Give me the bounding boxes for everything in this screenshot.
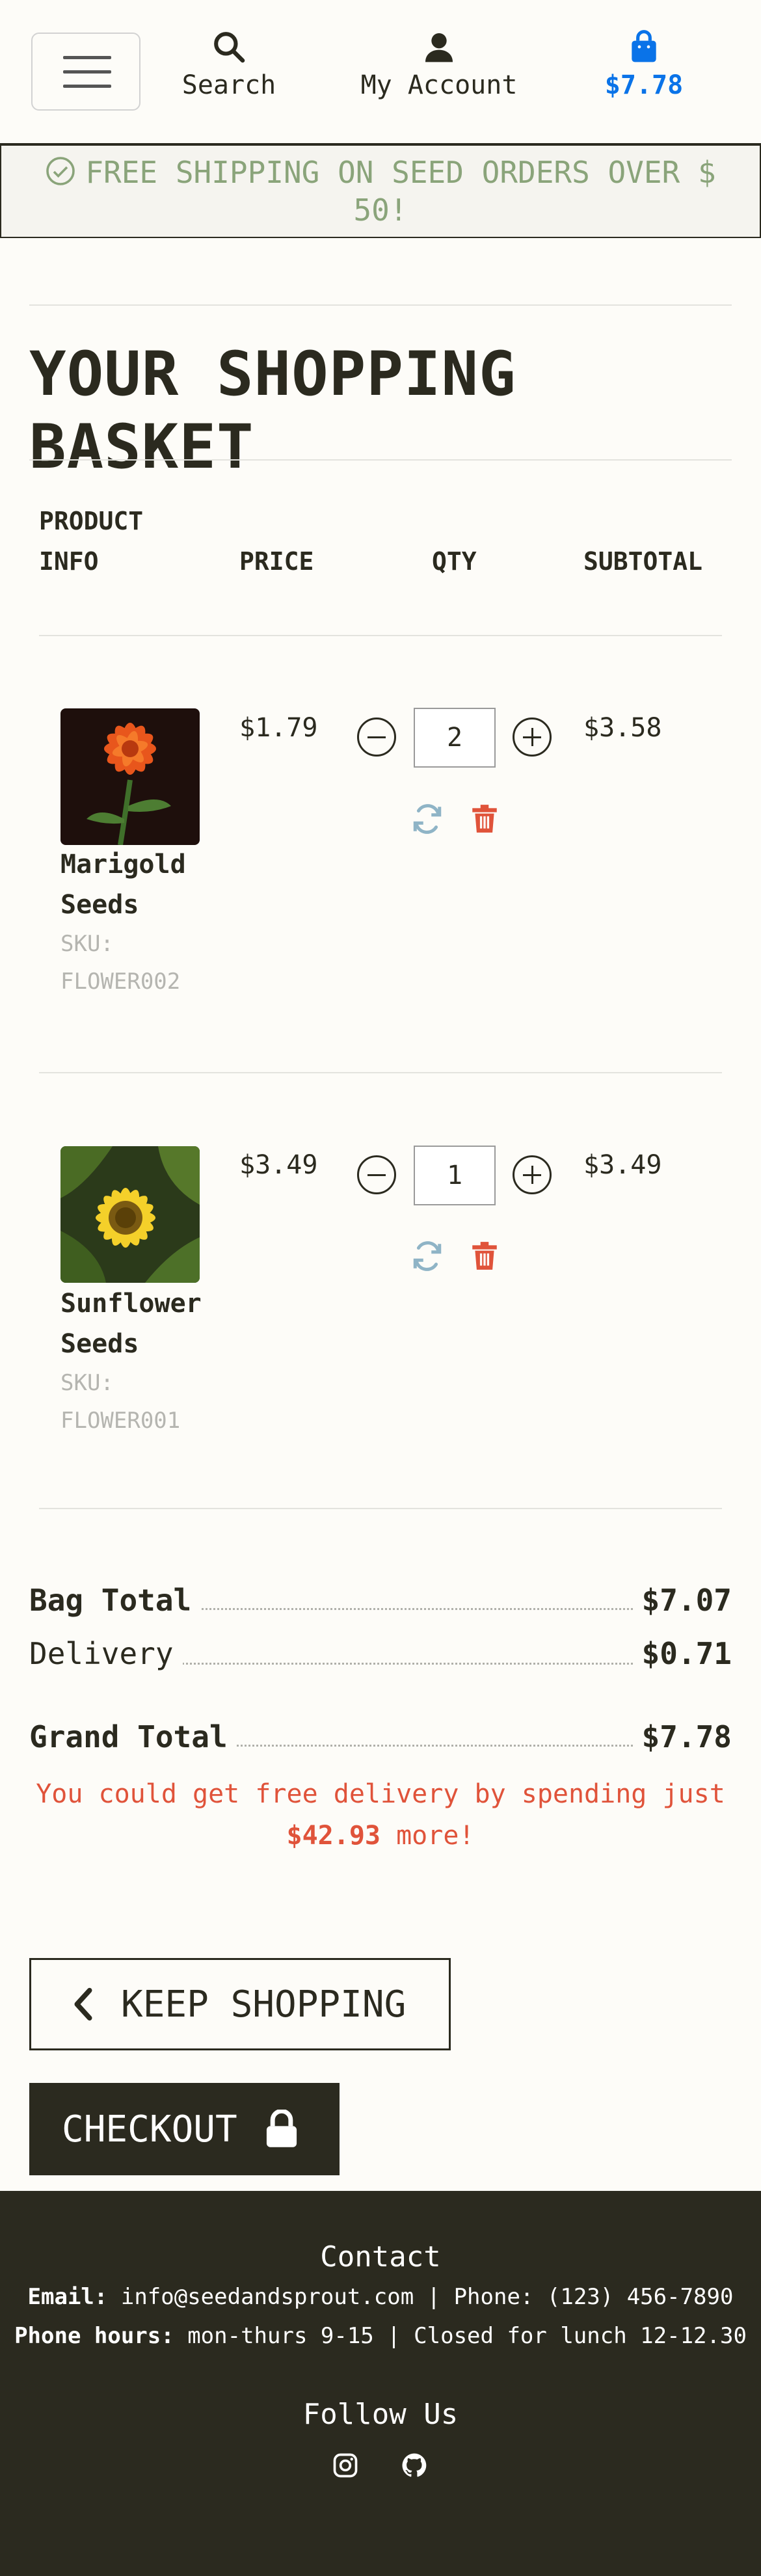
menu-toggle-button[interactable]	[31, 33, 140, 111]
free-delivery-message: You could get free delivery by spending …	[29, 1773, 732, 1857]
checkout-button[interactable]: CHECKOUT	[29, 2083, 340, 2175]
nav-search-label: Search	[181, 70, 276, 100]
nav-cart[interactable]: $7.78	[585, 29, 702, 100]
check-circle-icon	[46, 157, 75, 185]
product-name-line1: Sunflower	[60, 1289, 202, 1319]
nav-account-label: My Account	[360, 70, 518, 100]
delivery-label: Delivery	[29, 1634, 183, 1673]
column-header-qty: QTY	[432, 547, 477, 576]
product-image-marigold[interactable]	[60, 708, 200, 845]
sku-value: FLOWER002	[60, 969, 181, 995]
instagram-icon[interactable]	[331, 2451, 360, 2480]
site-footer: Contact Email: info@seedandsprout.com | …	[0, 2191, 761, 2576]
increase-qty-button[interactable]	[513, 1155, 552, 1194]
product-image-sunflower[interactable]	[60, 1146, 200, 1283]
bag-total-label: Bag Total	[29, 1581, 201, 1620]
divider	[39, 635, 722, 636]
hamburger-line	[63, 70, 111, 74]
github-icon[interactable]	[400, 2451, 429, 2480]
refresh-icon[interactable]	[411, 1240, 444, 1272]
keep-shopping-label: KEEP SHOPPING	[121, 1983, 407, 2026]
trash-icon[interactable]	[468, 1240, 501, 1272]
product-name-marigold[interactable]: Marigold Seeds	[60, 844, 230, 925]
bag-total-value: $7.07	[632, 1581, 732, 1620]
sku-value: FLOWER001	[60, 1408, 181, 1434]
column-header-subtotal: SUBTOTAL	[583, 547, 703, 576]
nav-search[interactable]: Search	[170, 29, 287, 100]
quantity-input[interactable]: 2	[414, 708, 496, 768]
footer-hours-value: mon-thurs 9-15 | Closed for lunch 12-12.…	[187, 2323, 747, 2349]
column-header-price: PRICE	[239, 547, 314, 576]
product-name-line2: Seeds	[60, 1329, 139, 1359]
site-header: Search My Account $7.78	[0, 0, 761, 144]
grand-total-value: $7.78	[632, 1717, 732, 1756]
hamburger-line	[63, 85, 111, 88]
chevron-left-icon	[74, 1987, 92, 2021]
lock-icon	[266, 2110, 297, 2147]
decrease-qty-button[interactable]	[357, 718, 396, 757]
shopping-bag-icon	[632, 30, 656, 62]
divider	[39, 1072, 722, 1073]
banner-text: FREE SHIPPING ON SEED ORDERS OVER $ 50!	[85, 155, 716, 228]
product-subtotal: $3.49	[583, 1150, 662, 1180]
hamburger-line	[63, 56, 111, 59]
product-name-line1: Marigold	[60, 850, 186, 879]
product-sku: SKU: FLOWER001	[60, 1364, 230, 1440]
decrease-qty-button[interactable]	[357, 1155, 396, 1194]
user-icon	[425, 33, 453, 62]
divider	[29, 304, 732, 306]
footer-hours-label: Phone hours:	[14, 2323, 174, 2349]
footer-contact-title: Contact	[320, 2240, 441, 2274]
checkout-label: CHECKOUT	[62, 2108, 237, 2151]
product-sku: SKU: FLOWER002	[60, 925, 230, 1000]
column-header-product-line1: PRODUCT	[39, 507, 144, 535]
footer-follow-title: Follow Us	[302, 2398, 459, 2431]
free-delivery-prefix: You could get free delivery by spending …	[36, 1779, 725, 1809]
grand-total-label: Grand Total	[29, 1717, 237, 1756]
sku-label: SKU:	[60, 931, 114, 957]
product-name-sunflower[interactable]: Sunflower Seeds	[60, 1283, 230, 1364]
free-delivery-amount: $42.93	[286, 1821, 380, 1851]
divider	[39, 1508, 722, 1509]
cart-total: $7.78	[604, 70, 684, 100]
footer-email-line: Email: info@seedandsprout.com | Phone: (…	[0, 2278, 761, 2316]
free-shipping-banner: FREE SHIPPING ON SEED ORDERS OVER $ 50!	[0, 144, 761, 238]
sku-label: SKU:	[60, 1370, 114, 1396]
column-header-product: PRODUCT INFO	[39, 501, 195, 582]
footer-email-value[interactable]: info@seedandsprout.com | Phone: (123) 45…	[121, 2284, 734, 2310]
refresh-icon[interactable]	[411, 803, 444, 835]
trash-icon[interactable]	[468, 803, 501, 835]
nav-account[interactable]: My Account	[351, 29, 527, 100]
free-delivery-suffix: more!	[396, 1821, 475, 1851]
product-price: $3.49	[239, 1150, 318, 1180]
delivery-value: $0.71	[632, 1634, 732, 1673]
increase-qty-button[interactable]	[513, 718, 552, 757]
keep-shopping-button[interactable]: KEEP SHOPPING	[29, 1958, 451, 2050]
column-header-product-line2: INFO	[39, 547, 99, 576]
product-price: $1.79	[239, 713, 318, 743]
product-name-line2: Seeds	[60, 890, 139, 920]
product-subtotal: $3.58	[583, 713, 662, 743]
page-title: YOUR SHOPPING BASKET	[29, 339, 516, 483]
footer-email-label: Email:	[27, 2284, 108, 2310]
footer-hours-line: Phone hours: mon-thurs 9-15 | Closed for…	[0, 2317, 761, 2355]
divider	[29, 459, 732, 461]
quantity-input[interactable]: 1	[414, 1146, 496, 1205]
search-icon	[214, 32, 245, 63]
